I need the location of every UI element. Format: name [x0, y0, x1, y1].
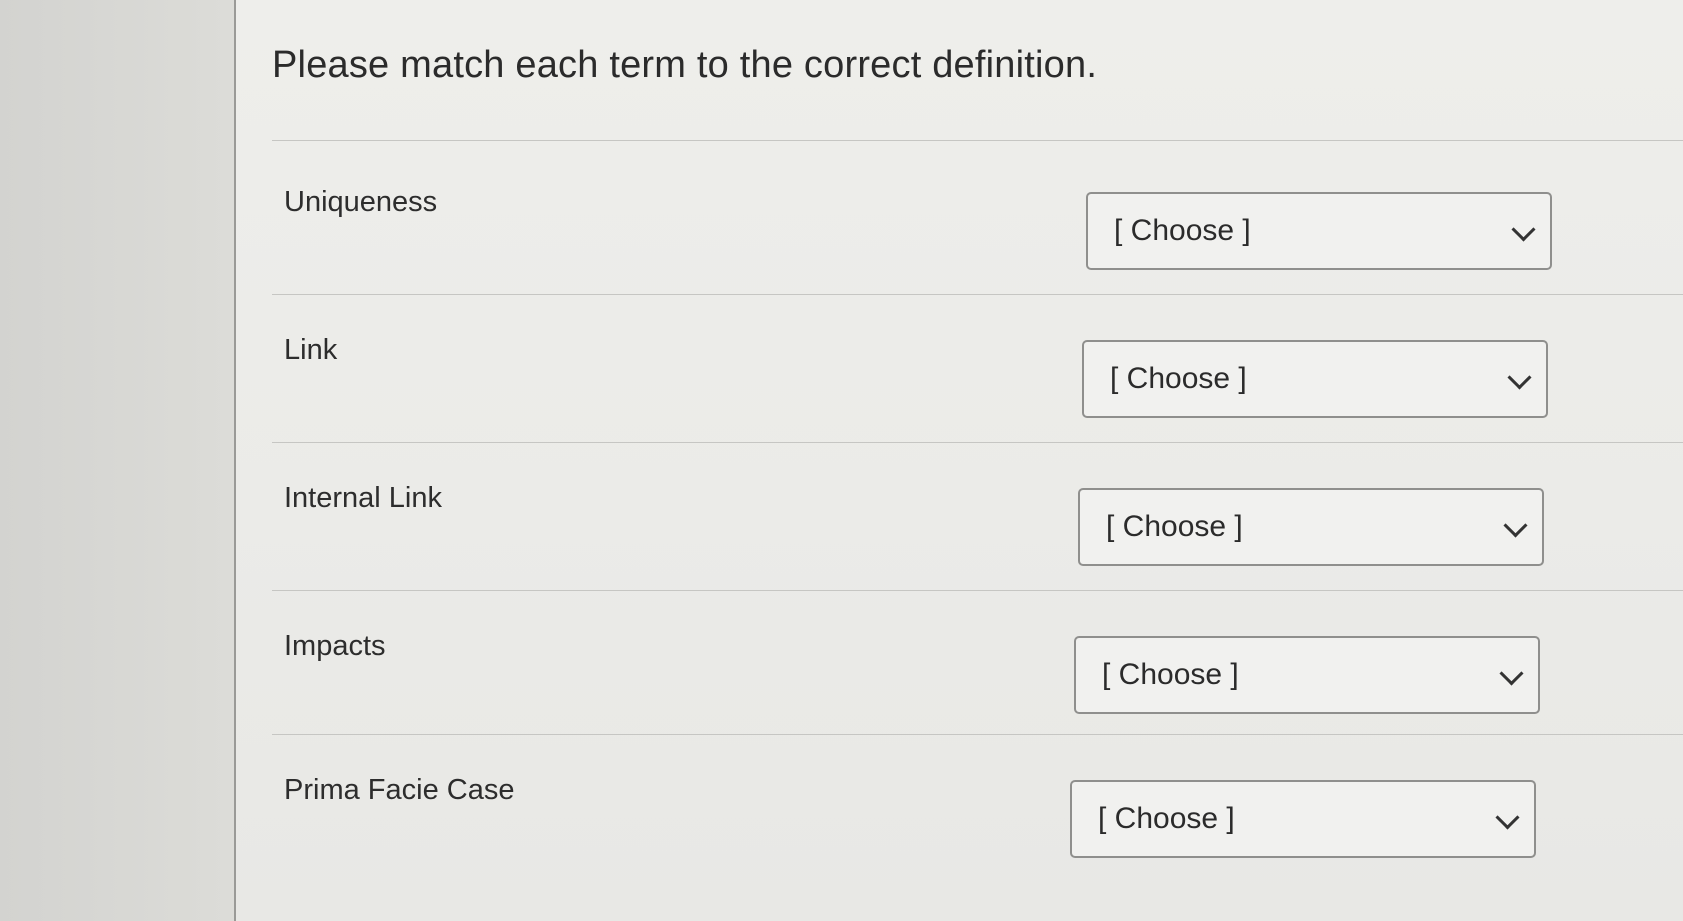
match-row-impacts: Impacts [ Choose ] — [236, 590, 1683, 738]
term-label: Prima Facie Case — [284, 774, 515, 806]
term-label: Internal Link — [284, 482, 442, 514]
definition-select[interactable]: [ Choose ] — [1078, 488, 1544, 566]
row-divider — [272, 140, 1683, 141]
select-value: [ Choose ] — [1106, 510, 1243, 543]
definition-select[interactable]: [ Choose ] — [1070, 780, 1536, 858]
match-row-link: Link [ Choose ] — [236, 294, 1683, 442]
match-row-uniqueness: Uniqueness [ Choose ] — [236, 146, 1683, 294]
chevron-down-icon — [1511, 217, 1536, 242]
match-row-prima-facie-case: Prima Facie Case [ Choose ] — [236, 734, 1683, 882]
definition-select[interactable]: [ Choose ] — [1074, 636, 1540, 714]
term-label: Link — [284, 334, 338, 366]
left-margin — [0, 0, 234, 921]
chevron-down-icon — [1507, 365, 1532, 390]
term-label: Uniqueness — [284, 186, 438, 218]
term-label: Impacts — [284, 630, 386, 662]
chevron-down-icon — [1495, 805, 1520, 830]
chevron-down-icon — [1503, 513, 1528, 538]
select-value: [ Choose ] — [1114, 214, 1251, 247]
definition-select[interactable]: [ Choose ] — [1082, 340, 1548, 418]
matching-question-panel: Please match each term to the correct de… — [234, 0, 1683, 921]
select-value: [ Choose ] — [1110, 362, 1247, 395]
select-value: [ Choose ] — [1098, 802, 1235, 835]
match-row-internal-link: Internal Link [ Choose ] — [236, 442, 1683, 590]
chevron-down-icon — [1499, 661, 1524, 686]
question-prompt: Please match each term to the correct de… — [272, 44, 1098, 86]
screen: Please match each term to the correct de… — [0, 0, 1683, 921]
select-value: [ Choose ] — [1102, 658, 1239, 691]
definition-select[interactable]: [ Choose ] — [1086, 192, 1552, 270]
